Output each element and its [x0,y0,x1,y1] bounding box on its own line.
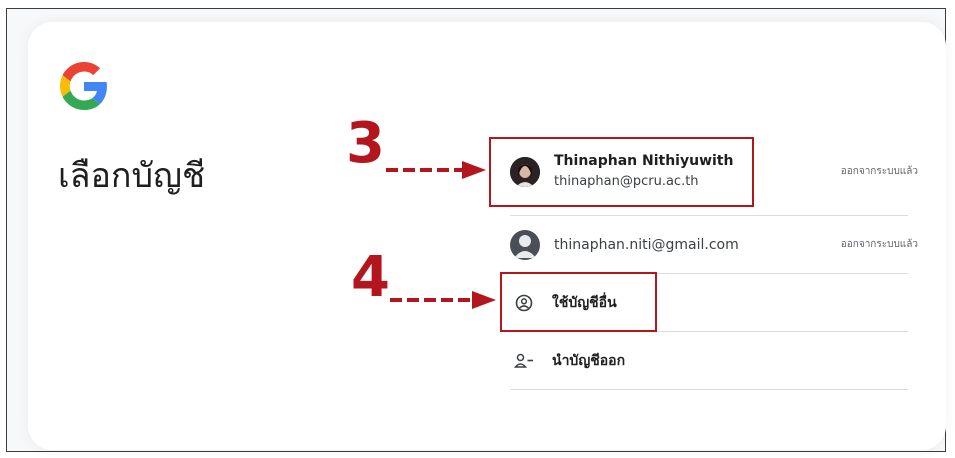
page-title: เลือกบัญชี [58,156,206,196]
step-number-4: 4 [351,245,390,310]
person-remove-icon [514,351,534,371]
highlight-box-step3 [489,137,754,207]
step-number-3: 3 [346,111,385,176]
arrow-step4-icon [390,291,496,309]
account-email: thinaphan.niti@gmail.com [554,236,739,253]
account-row-gmail[interactable]: thinaphan.niti@gmail.com ออกจากระบบแล้ว [510,216,918,274]
google-logo-icon [60,62,107,110]
signed-out-status: ออกจากระบบแล้ว [840,239,918,250]
highlight-box-step4 [500,272,657,332]
remove-account-label: นำบัญชีออก [552,352,626,369]
signed-out-status: ออกจากระบบแล้ว [840,166,918,177]
default-person-icon [514,234,536,258]
arrow-step3-icon [386,161,486,179]
remove-account-button[interactable]: นำบัญชีออก [510,332,908,390]
default-person-avatar [510,229,540,260]
